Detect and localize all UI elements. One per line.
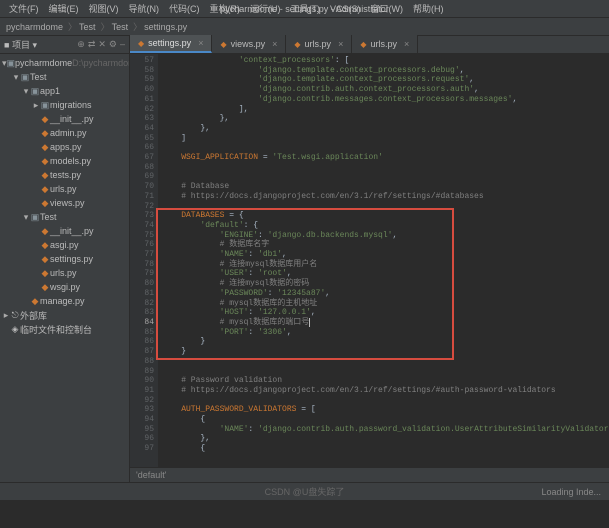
- menu-item[interactable]: 编辑(E): [44, 4, 84, 14]
- tree-node[interactable]: ◆ urls.py: [0, 266, 129, 280]
- watermark: CSDN @U盘失踪了: [265, 485, 345, 498]
- python-file-icon: ◆: [294, 40, 300, 49]
- tree-node[interactable]: ◆ asgi.py: [0, 238, 129, 252]
- breadcrumb-bar: pycharmdome〉Test〉Test〉settings.py: [0, 18, 609, 36]
- menu-item[interactable]: 代码(C): [164, 4, 205, 14]
- tree-node[interactable]: ▾▣ pycharmdome D:\pycharmdome: [0, 56, 129, 70]
- menu-bar: 文件(F)编辑(E)视图(V)导航(N)代码(C)重构(R)运行(U)工具(T)…: [0, 0, 609, 18]
- breadcrumb-item[interactable]: Test: [79, 22, 96, 32]
- python-file-icon: ◆: [40, 184, 50, 195]
- toolbar-icon[interactable]: ⚙: [109, 39, 117, 49]
- tree-node[interactable]: ◆ admin.py: [0, 126, 129, 140]
- tree-node[interactable]: ◆ __init__.py: [0, 112, 129, 126]
- folder-icon: ▣: [30, 86, 40, 97]
- python-file-icon: ◆: [40, 156, 50, 167]
- editor-tab[interactable]: ◆urls.py×: [352, 35, 418, 53]
- tree-node[interactable]: ◆ __init__.py: [0, 224, 129, 238]
- tree-node[interactable]: ◆ wsgi.py: [0, 280, 129, 294]
- close-icon[interactable]: ×: [338, 39, 343, 49]
- tree-node[interactable]: ◆ tests.py: [0, 168, 129, 182]
- code-breadcrumb[interactable]: 'default': [130, 467, 609, 482]
- breadcrumb-item[interactable]: settings.py: [144, 22, 187, 32]
- tree-node[interactable]: ◆ views.py: [0, 196, 129, 210]
- tree-node[interactable]: ◆ settings.py: [0, 252, 129, 266]
- toolbar-icon[interactable]: ✕: [98, 39, 106, 49]
- window-title: pycharmdome - settings.py - Administrato…: [220, 4, 389, 14]
- python-file-icon: ◆: [40, 128, 50, 139]
- tree-node[interactable]: ◈ 临时文件和控制台: [0, 322, 129, 336]
- menu-item[interactable]: 视图(V): [84, 4, 124, 14]
- close-icon[interactable]: ×: [404, 39, 409, 49]
- project-sidebar: ■ 项目 ▾ ⊕⇄✕⚙– ▾▣ pycharmdome D:\pycharmdo…: [0, 36, 130, 482]
- python-file-icon: ◆: [40, 240, 50, 251]
- highlight-box-tree: [0, 500, 72, 528]
- tree-node[interactable]: ▾▣ Test: [0, 70, 129, 84]
- node-icon: ⎋: [10, 310, 20, 321]
- python-file-icon: ◆: [40, 170, 50, 181]
- python-file-icon: ◆: [138, 39, 144, 48]
- python-file-icon: ◆: [40, 198, 50, 209]
- breadcrumb-item[interactable]: Test: [112, 22, 129, 32]
- folder-icon: ▣: [20, 72, 30, 83]
- close-icon[interactable]: ×: [198, 38, 203, 48]
- folder-icon: ▣: [30, 212, 40, 223]
- menu-item[interactable]: 文件(F): [4, 4, 44, 14]
- breadcrumb-item[interactable]: 'default': [136, 470, 166, 480]
- tree-node[interactable]: ▾▣ app1: [0, 84, 129, 98]
- toolbar-icon[interactable]: –: [120, 39, 125, 49]
- toolbar-icon[interactable]: ⊕: [77, 39, 85, 49]
- folder-icon: ▣: [7, 58, 16, 69]
- python-file-icon: ◆: [40, 226, 50, 237]
- status-text: Loading Inde...: [541, 487, 601, 497]
- python-file-icon: ◆: [220, 40, 226, 49]
- tree-node[interactable]: ◆ apps.py: [0, 140, 129, 154]
- editor-tab[interactable]: ◆settings.py×: [130, 35, 212, 53]
- status-bar: CSDN @U盘失踪了 Loading Inde...: [0, 482, 609, 500]
- sidebar-header: ■ 项目 ▾ ⊕⇄✕⚙–: [0, 36, 129, 54]
- python-file-icon: ◆: [40, 282, 50, 293]
- tree-node[interactable]: ◆ urls.py: [0, 182, 129, 196]
- editor-tabs[interactable]: ◆settings.py×◆views.py×◆urls.py×◆urls.py…: [130, 36, 609, 54]
- sidebar-title: 项目: [12, 40, 30, 50]
- editor-tab[interactable]: ◆views.py×: [212, 35, 286, 53]
- toolbar-icon[interactable]: ⇄: [88, 39, 96, 49]
- tree-node[interactable]: ◆ models.py: [0, 154, 129, 168]
- line-gutter: 57 58 59 60 61 62 63 64 65 66 67 68 69 7…: [130, 54, 158, 482]
- folder-icon: ▣: [40, 100, 50, 111]
- tree-node[interactable]: ▸⎋ 外部库: [0, 308, 129, 322]
- python-file-icon: ◆: [40, 254, 50, 265]
- python-file-icon: ◆: [30, 296, 40, 307]
- python-file-icon: ◆: [40, 142, 50, 153]
- editor-tab[interactable]: ◆urls.py×: [286, 35, 352, 53]
- tree-node[interactable]: ▾▣ Test: [0, 210, 129, 224]
- python-file-icon: ◆: [40, 114, 50, 125]
- project-tree[interactable]: ▾▣ pycharmdome D:\pycharmdome▾▣ Test▾▣ a…: [0, 54, 129, 338]
- breadcrumb-item[interactable]: pycharmdome: [6, 22, 63, 32]
- menu-item[interactable]: 帮助(H): [408, 4, 449, 14]
- tree-node[interactable]: ▸▣ migrations: [0, 98, 129, 112]
- node-icon: ◈: [10, 324, 20, 335]
- python-file-icon: ◆: [360, 40, 366, 49]
- code-editor[interactable]: 'context_processors': [ 'django.template…: [158, 54, 609, 482]
- tree-node[interactable]: ◆ manage.py: [0, 294, 129, 308]
- menu-item[interactable]: 导航(N): [124, 4, 165, 14]
- close-icon[interactable]: ×: [272, 39, 277, 49]
- python-file-icon: ◆: [40, 268, 50, 279]
